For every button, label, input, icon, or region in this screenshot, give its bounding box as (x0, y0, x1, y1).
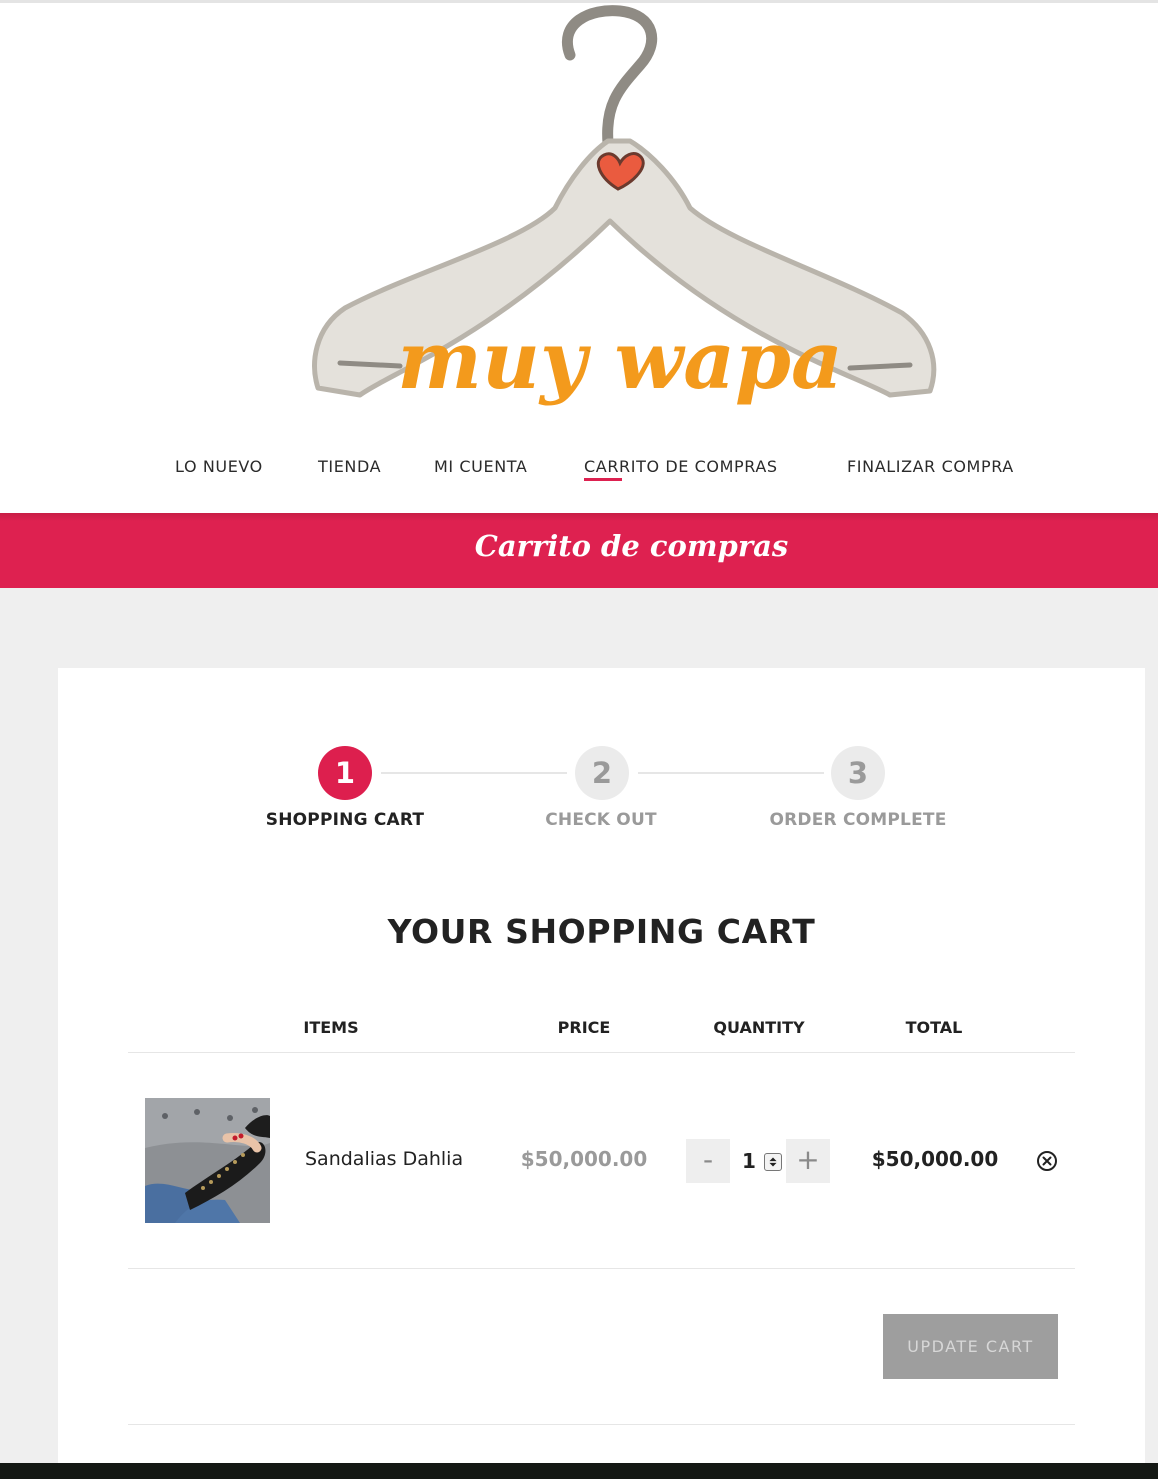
product-name[interactable]: Sandalias Dahlia (305, 1148, 463, 1170)
hanger-logo[interactable]: muy wapa (290, 3, 950, 443)
cart-heading: YOUR SHOPPING CART (387, 912, 816, 951)
col-items: ITEMS (303, 1018, 359, 1037)
site-header: muy wapa LO NUEVO TIENDA MI CUENTA CARRI… (0, 3, 1158, 513)
nav-finalizar-compra[interactable]: FINALIZAR COMPRA (847, 457, 1014, 476)
nav-mi-cuenta[interactable]: MI CUENTA (434, 457, 527, 476)
quantity-minus-button[interactable]: - (686, 1139, 730, 1183)
step-2-circle: 2 (575, 746, 629, 800)
page-banner: Carrito de compras (0, 513, 1158, 588)
cart-panel: 1 2 3 SHOPPING CART CHECK OUT ORDER COMP… (58, 668, 1145, 1479)
svg-text:muy wapa: muy wapa (397, 313, 843, 407)
spinner-arrows-icon[interactable] (764, 1153, 782, 1171)
nav-active-underline (584, 478, 622, 481)
product-price: $50,000.00 (520, 1147, 648, 1171)
product-thumbnail[interactable] (145, 1098, 270, 1223)
divider (128, 1268, 1075, 1269)
main-nav: LO NUEVO TIENDA MI CUENTA CARRITO DE COM… (0, 457, 1158, 487)
step-connector (638, 772, 824, 774)
col-quantity: QUANTITY (713, 1018, 805, 1037)
line-total: $50,000.00 (871, 1147, 999, 1171)
nav-tienda[interactable]: TIENDA (318, 457, 381, 476)
quantity-plus-button[interactable]: + (786, 1139, 830, 1183)
nav-carrito-de-compras[interactable]: CARRITO DE COMPRAS (584, 457, 778, 481)
step-1-label: SHOPPING CART (265, 810, 425, 830)
page-title: Carrito de compras (474, 529, 789, 563)
step-3-circle: 3 (831, 746, 885, 800)
divider (128, 1424, 1075, 1425)
step-connector (381, 772, 567, 774)
col-total: TOTAL (905, 1018, 963, 1037)
quantity-input[interactable]: 1 (730, 1139, 786, 1183)
remove-circle-icon[interactable] (1036, 1150, 1058, 1172)
step-3-label: ORDER COMPLETE (769, 810, 947, 830)
quantity-value: 1 (742, 1149, 756, 1173)
nav-lo-nuevo[interactable]: LO NUEVO (175, 457, 263, 476)
step-1-circle: 1 (318, 746, 372, 800)
footer-strip (0, 1463, 1158, 1479)
divider (128, 1052, 1075, 1053)
nav-carrito-label: CARRITO DE COMPRAS (584, 457, 778, 476)
col-price: PRICE (557, 1018, 611, 1037)
update-cart-button[interactable]: UPDATE CART (883, 1314, 1058, 1379)
step-2-label: CHECK OUT (545, 810, 657, 830)
